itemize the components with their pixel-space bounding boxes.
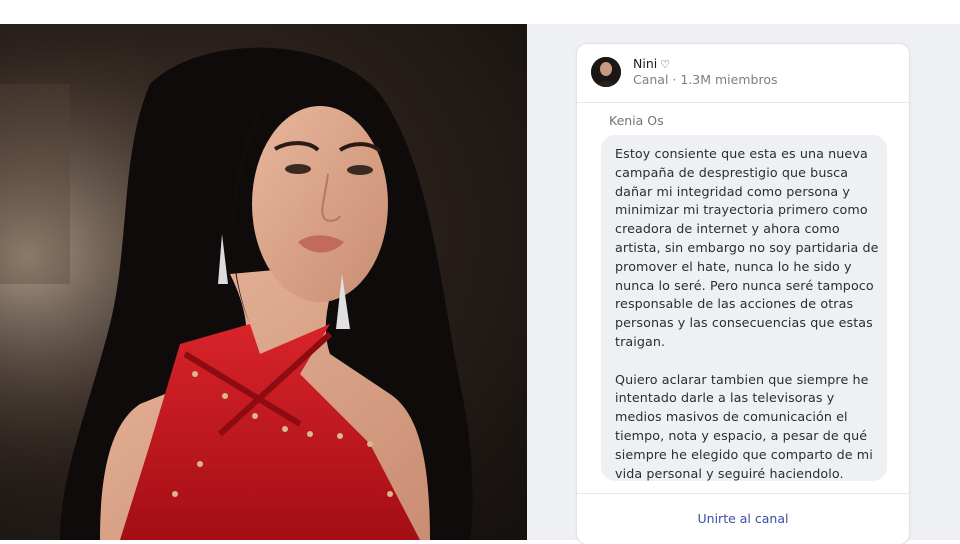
- channel-name[interactable]: Nini ♡: [633, 56, 670, 71]
- avatar-image: [591, 57, 621, 87]
- channel-name-text: Nini: [633, 56, 658, 71]
- channel-avatar[interactable]: [591, 57, 621, 87]
- photo: [0, 24, 527, 540]
- channel-meta: Canal · 1.3M miembros: [633, 72, 778, 87]
- message-text: Estoy consiente que esta es una nueva ca…: [615, 146, 879, 481]
- card-footer: Unirte al canal: [577, 493, 909, 544]
- heart-outline-icon: ♡: [660, 58, 671, 71]
- woman-photo-illustration: [0, 24, 527, 540]
- channel-post-card: Nini ♡ Canal · 1.3M miembros Kenia Os Est…: [577, 44, 909, 544]
- message-bubble: Estoy consiente que esta es una nueva ca…: [601, 135, 887, 481]
- post-author: Kenia Os: [609, 113, 664, 128]
- channel-header[interactable]: Nini ♡ Canal · 1.3M miembros: [577, 44, 909, 103]
- join-channel-button[interactable]: Unirte al canal: [577, 511, 909, 526]
